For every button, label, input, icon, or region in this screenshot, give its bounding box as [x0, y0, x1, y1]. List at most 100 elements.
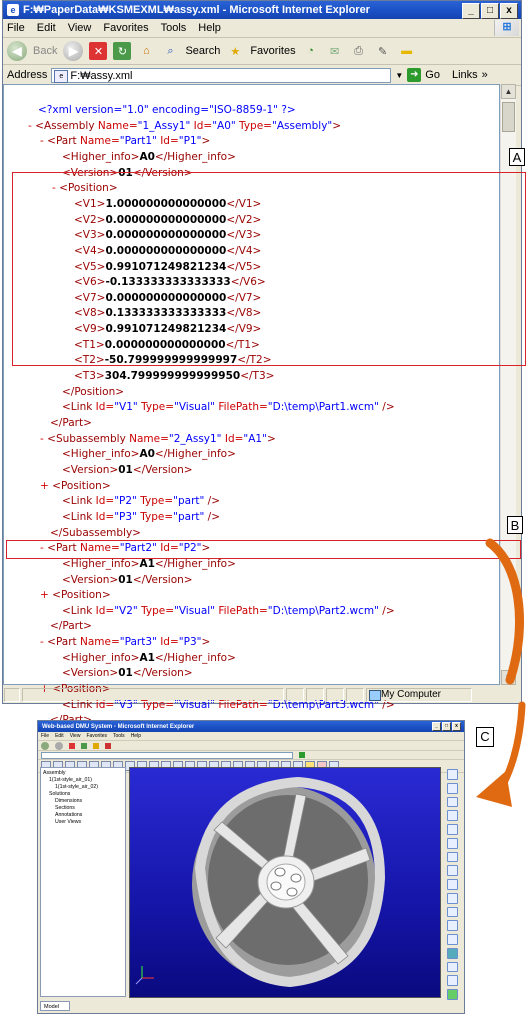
- xml-line: </Subassembly>: [50, 526, 141, 541]
- right-tool-4-icon[interactable]: [446, 810, 458, 822]
- label-b: B: [507, 516, 523, 534]
- right-tool-12-icon[interactable]: [446, 920, 458, 932]
- connector-arrow-icon: [476, 538, 526, 807]
- tree-item-part2[interactable]: 1(1st-style_air_02): [43, 784, 123, 791]
- dmu-maximize-button[interactable]: □: [442, 722, 451, 731]
- 3d-viewport[interactable]: [129, 767, 441, 998]
- menu-help[interactable]: Help: [198, 22, 221, 34]
- dmu-refresh-icon[interactable]: [81, 742, 87, 749]
- nav-toolbar: ◀ Back ▶ ✕ ↻ ⌂ ⌕ Search ★ Favorites ◔ ✉ …: [3, 38, 521, 65]
- xml-token: <Link: [62, 401, 96, 414]
- stop-icon[interactable]: ✕: [89, 42, 108, 60]
- right-tool-2-icon[interactable]: [446, 782, 458, 794]
- right-tool-17-icon[interactable]: [446, 989, 458, 1001]
- xml-line[interactable]: - <Part Name="Part1" Id="P1">: [40, 134, 210, 149]
- right-tool-10-icon[interactable]: [446, 892, 458, 904]
- tree-item-assembly[interactable]: Assembly: [43, 770, 123, 777]
- dmu-menu-file[interactable]: File: [41, 733, 49, 739]
- go-arrow-icon[interactable]: ➜: [407, 68, 422, 82]
- menu-tools[interactable]: Tools: [161, 22, 187, 34]
- dmu-address-input[interactable]: [41, 751, 293, 759]
- expand-toggle[interactable]: +: [40, 480, 52, 492]
- go-button[interactable]: Go: [425, 69, 440, 81]
- forward-arrow-icon[interactable]: ▶: [63, 41, 84, 61]
- dmu-back-icon[interactable]: [41, 741, 49, 750]
- tree-item-dimensions[interactable]: Dimensions: [43, 798, 123, 805]
- folder-icon[interactable]: ▬: [398, 42, 416, 60]
- tree-item-annotations[interactable]: Annotations: [43, 812, 123, 819]
- links-chevron-icon[interactable]: »: [482, 69, 488, 81]
- right-tool-1-icon[interactable]: [446, 769, 458, 780]
- close-button[interactable]: x: [500, 3, 518, 19]
- home-icon[interactable]: ⌂: [137, 42, 155, 60]
- maximize-button[interactable]: □: [481, 3, 499, 19]
- dmu-media-icon[interactable]: [105, 742, 111, 749]
- xml-token: "P3": [114, 510, 137, 523]
- window-title: F:₩PaperData₩KSMEXML₩assy.xml - Microsof…: [23, 4, 370, 16]
- model-tab[interactable]: Model: [40, 1001, 70, 1011]
- expand-toggle[interactable]: +: [40, 589, 52, 601]
- right-tool-14-icon[interactable]: [446, 947, 458, 959]
- mail-icon[interactable]: ✉: [326, 42, 344, 60]
- edit-icon[interactable]: ✎: [374, 42, 392, 60]
- right-tool-9-icon[interactable]: [446, 879, 458, 890]
- dmu-menu-help[interactable]: Help: [131, 733, 141, 739]
- address-input[interactable]: e F:₩assy.xml: [51, 67, 392, 83]
- tree-item-solutions[interactable]: Solutions: [43, 791, 123, 798]
- dmu-menu-tools[interactable]: Tools: [113, 733, 125, 739]
- favorites-star-icon[interactable]: ★: [226, 42, 244, 60]
- xml-token: <Version>: [62, 463, 119, 476]
- menu-file[interactable]: File: [7, 22, 25, 34]
- xml-line[interactable]: + <Position>: [40, 588, 111, 603]
- back-arrow-icon[interactable]: ◀: [7, 41, 27, 61]
- dmu-menu-edit[interactable]: Edit: [55, 733, 64, 739]
- right-tool-8-icon[interactable]: [446, 865, 458, 877]
- right-tool-11-icon[interactable]: [446, 906, 458, 918]
- dmu-stop-icon[interactable]: [69, 742, 75, 749]
- scroll-thumb[interactable]: [502, 102, 515, 132]
- search-icon[interactable]: ⌕: [161, 42, 179, 60]
- xml-line[interactable]: + <Position>: [40, 479, 111, 494]
- menu-view[interactable]: View: [68, 22, 92, 34]
- windows-logo-icon: ⊞: [494, 20, 519, 36]
- tree-item-user-views[interactable]: User Views: [43, 819, 123, 826]
- minimize-button[interactable]: _: [462, 3, 480, 19]
- xml-line: <Version>01</Version>: [62, 666, 193, 681]
- right-tool-16-icon[interactable]: [446, 975, 458, 987]
- right-tool-7-icon[interactable]: [446, 851, 458, 863]
- dmu-forward-icon[interactable]: [55, 741, 63, 750]
- dmu-close-button[interactable]: x: [452, 722, 461, 731]
- history-icon[interactable]: ◔: [302, 42, 320, 60]
- right-tool-3-icon[interactable]: [446, 796, 458, 808]
- dmu-menu-view[interactable]: View: [70, 733, 81, 739]
- address-dropdown-icon[interactable]: ▼: [395, 71, 403, 80]
- dmu-favorites-icon[interactable]: [93, 742, 99, 749]
- menu-favorites[interactable]: Favorites: [103, 22, 148, 34]
- favorites-label[interactable]: Favorites: [250, 45, 295, 57]
- right-tool-5-icon[interactable]: [446, 824, 458, 835]
- menu-edit[interactable]: Edit: [37, 22, 56, 34]
- search-label[interactable]: Search: [185, 45, 220, 57]
- xml-token: <T3>: [74, 370, 105, 383]
- right-tool-15-icon[interactable]: [446, 961, 458, 973]
- xml-line[interactable]: - <Assembly Name="1_Assy1" Id="A0" Type=…: [28, 119, 341, 134]
- back-label[interactable]: Back: [33, 45, 57, 57]
- xml-token: "Assembly": [271, 119, 333, 132]
- xml-line[interactable]: - <Subassembly Name="2_Assy1" Id="A1">: [40, 432, 276, 447]
- xml-line[interactable]: - <Part Name="Part3" Id="P3">: [40, 635, 210, 650]
- tree-item-part1[interactable]: 1(1st-style_air_01): [43, 777, 123, 784]
- xml-line: <Link Id="V2" Type="Visual" FilePath="D:…: [62, 604, 395, 619]
- dmu-go-icon[interactable]: [299, 752, 305, 758]
- xml-token: Type=: [235, 119, 272, 132]
- dmu-menu-favorites[interactable]: Favorites: [86, 733, 107, 739]
- right-tool-13-icon[interactable]: [446, 934, 458, 945]
- print-icon[interactable]: ⎙: [350, 42, 368, 60]
- links-label[interactable]: Links: [452, 69, 478, 81]
- tree-item-sections[interactable]: Sections: [43, 805, 123, 812]
- refresh-icon[interactable]: ↻: [113, 42, 132, 60]
- label-c: C: [476, 727, 494, 747]
- dmu-minimize-button[interactable]: _: [432, 722, 441, 731]
- scroll-up-icon[interactable]: ▲: [501, 84, 516, 99]
- xml-token: Name=: [80, 636, 120, 649]
- right-tool-6-icon[interactable]: [446, 837, 458, 849]
